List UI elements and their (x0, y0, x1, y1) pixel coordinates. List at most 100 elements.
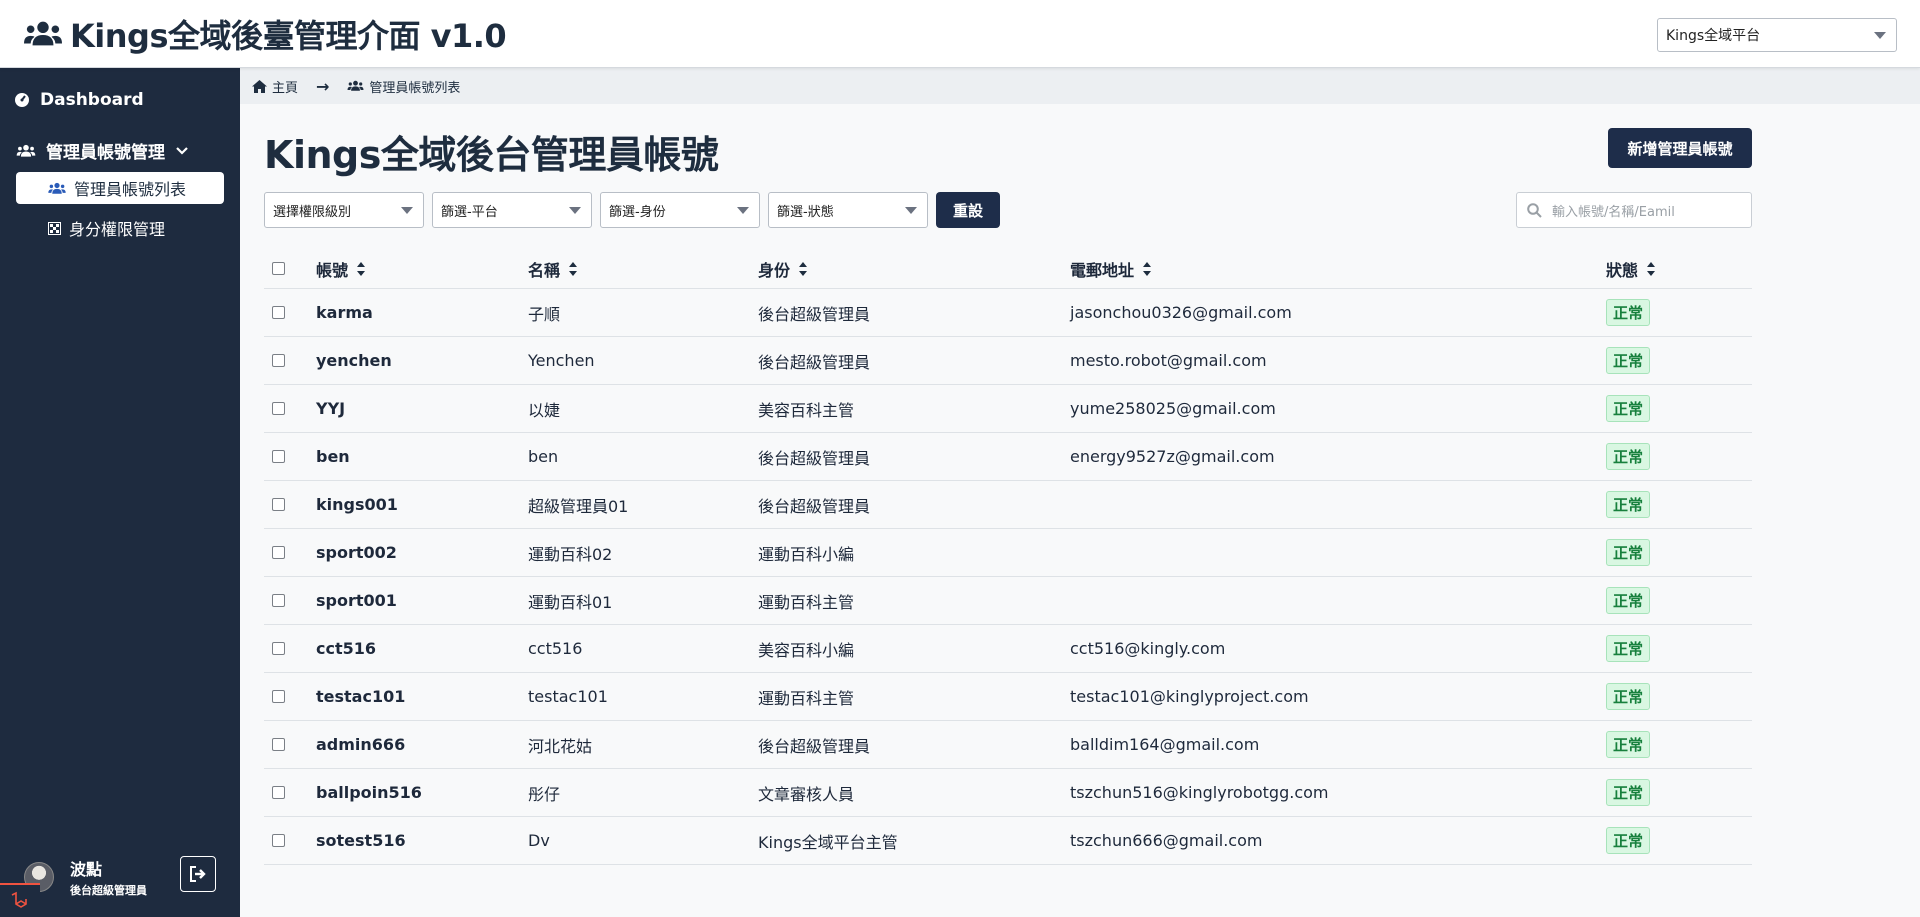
email-cell: cct516@kingly.com (1070, 639, 1226, 658)
column-header-status[interactable]: 狀態 (1606, 249, 1656, 288)
row-checkbox[interactable] (272, 354, 285, 367)
table-body: karma 子順 後台超級管理員 jasonchou0326@gmail.com… (264, 289, 1752, 865)
email-cell: jasonchou0326@gmail.com (1070, 303, 1292, 322)
account-cell[interactable]: yenchen (316, 337, 392, 384)
row-checkbox[interactable] (272, 402, 285, 415)
column-header-email[interactable]: 電郵地址 (1070, 249, 1152, 288)
logout-icon (190, 866, 206, 882)
table-row[interactable]: ben ben 後台超級管理員 energy9527z@gmail.com 正常 (264, 433, 1752, 481)
table-row[interactable]: karma 子順 後台超級管理員 jasonchou0326@gmail.com… (264, 289, 1752, 337)
logout-button[interactable] (180, 856, 216, 892)
name-cell: 彤仔 (528, 784, 561, 804)
column-header-label: 狀態 (1606, 260, 1639, 280)
table-row[interactable]: sport001 運動百科01 運動百科主管 正常 (264, 577, 1752, 625)
column-header-label: 名稱 (528, 260, 561, 280)
role-cell: 後台超級管理員 (758, 448, 871, 468)
account-cell[interactable]: karma (316, 289, 373, 336)
email-cell: tszchun516@kinglyrobotgg.com (1070, 783, 1329, 802)
reset-button[interactable]: 重設 (936, 192, 1000, 228)
table-row[interactable]: yenchen Yenchen 後台超級管理員 mesto.robot@gmai… (264, 337, 1752, 385)
column-header-label: 帳號 (316, 260, 349, 280)
sidebar-item-permissions[interactable]: 身分權限管理 (16, 212, 224, 244)
row-checkbox[interactable] (272, 450, 285, 463)
platform-filter-select[interactable]: 篩選-平台 (432, 192, 592, 228)
column-header-account[interactable]: 帳號 (316, 249, 366, 288)
row-checkbox[interactable] (272, 594, 285, 607)
sidebar-group-admin[interactable]: 管理員帳號管理 (16, 138, 199, 163)
breadcrumb-current: 管理員帳號列表 (347, 77, 460, 96)
status-filter-value: 篩選-狀態 (777, 204, 834, 220)
home-icon (252, 79, 267, 93)
account-cell[interactable]: admin666 (316, 721, 405, 768)
table-row[interactable]: testac101 testac101 運動百科主管 testac101@kin… (264, 673, 1752, 721)
email-cell: balldim164@gmail.com (1070, 735, 1260, 754)
sidebar-item-label: Dashboard (40, 90, 144, 110)
table-row[interactable]: sport002 運動百科02 運動百科小編 正常 (264, 529, 1752, 577)
user-role: 後台超級管理員 (70, 884, 147, 897)
status-badge: 正常 (1606, 779, 1651, 806)
column-header-role[interactable]: 身份 (758, 249, 808, 288)
table-row[interactable]: cct516 cct516 美容百科小編 cct516@kingly.com 正… (264, 625, 1752, 673)
account-cell[interactable]: testac101 (316, 673, 405, 720)
column-header-name[interactable]: 名稱 (528, 249, 578, 288)
status-badge: 正常 (1606, 395, 1651, 422)
account-cell[interactable]: sport002 (316, 529, 397, 576)
name-cell: Dv (528, 831, 550, 850)
account-cell[interactable]: kings001 (316, 481, 398, 528)
row-checkbox[interactable] (272, 690, 285, 703)
platform-filter-value: 篩選-平台 (441, 204, 498, 220)
select-all-checkbox[interactable] (272, 262, 285, 275)
row-checkbox[interactable] (272, 738, 285, 751)
row-checkbox[interactable] (272, 786, 285, 799)
row-checkbox[interactable] (272, 306, 285, 319)
table-header-row: 帳號 名稱 身份 電郵地址 狀態 (264, 249, 1752, 289)
sort-icon (799, 261, 808, 276)
name-cell: cct516 (528, 639, 583, 658)
name-cell: 子順 (528, 304, 561, 324)
table-row[interactable]: admin666 河北花姑 後台超級管理員 balldim164@gmail.c… (264, 721, 1752, 769)
breadcrumb-home-label: 主頁 (272, 80, 299, 96)
sidebar-item-label: 身分權限管理 (69, 220, 166, 239)
level-filter-select[interactable]: 選擇權限級別 (264, 192, 424, 228)
role-cell: 文章審核人員 (758, 784, 855, 804)
role-cell: 後台超級管理員 (758, 352, 871, 372)
breadcrumb-home[interactable]: 主頁 (252, 77, 298, 96)
role-filter-select[interactable]: 篩選-身份 (600, 192, 760, 228)
account-cell[interactable]: sport001 (316, 577, 397, 624)
row-checkbox[interactable] (272, 498, 285, 511)
name-cell: 以婕 (528, 400, 561, 420)
app-title: Kings全域後臺管理介面 v1.0 (24, 11, 507, 57)
search-input[interactable]: 輸入帳號/名稱/Eamil (1516, 192, 1752, 228)
account-cell[interactable]: ben (316, 433, 350, 480)
account-cell[interactable]: YYJ (316, 385, 345, 432)
add-admin-button[interactable]: 新增管理員帳號 (1608, 128, 1752, 168)
row-checkbox[interactable] (272, 642, 285, 655)
table-row[interactable]: kings001 超級管理員01 後台超級管理員 正常 (264, 481, 1752, 529)
status-filter-select[interactable]: 篩選-狀態 (768, 192, 928, 228)
status-badge: 正常 (1606, 299, 1651, 326)
row-checkbox[interactable] (272, 834, 285, 847)
table-row[interactable]: YYJ 以婕 美容百科主管 yume258025@gmail.com 正常 (264, 385, 1752, 433)
chevron-down-icon (737, 207, 749, 214)
laravel-debug-icon[interactable] (0, 883, 40, 917)
table-row[interactable]: sotest516 Dv Kings全域平台主管 tszchun666@gmai… (264, 817, 1752, 865)
role-cell: 美容百科主管 (758, 400, 855, 420)
status-badge: 正常 (1606, 347, 1651, 374)
chevron-down-icon (401, 207, 413, 214)
sidebar-group-label: 管理員帳號管理 (46, 143, 165, 163)
email-cell: tszchun666@gmail.com (1070, 831, 1263, 850)
role-cell: 後台超級管理員 (758, 736, 871, 756)
sidebar-item-admin-list[interactable]: 管理員帳號列表 (16, 172, 224, 204)
account-cell[interactable]: cct516 (316, 625, 376, 672)
account-cell[interactable]: sotest516 (316, 817, 406, 864)
account-cell[interactable]: ballpoin516 (316, 769, 422, 816)
sidebar-item-dashboard[interactable]: Dashboard (14, 90, 144, 110)
sort-icon (1143, 261, 1152, 276)
status-badge: 正常 (1606, 491, 1651, 518)
row-checkbox[interactable] (272, 546, 285, 559)
platform-select[interactable]: Kings全域平台 (1657, 18, 1897, 52)
role-filter-value: 篩選-身份 (609, 204, 666, 220)
breadcrumb-current-label: 管理員帳號列表 (369, 80, 461, 96)
status-badge: 正常 (1606, 827, 1651, 854)
table-row[interactable]: ballpoin516 彤仔 文章審核人員 tszchun516@kinglyr… (264, 769, 1752, 817)
